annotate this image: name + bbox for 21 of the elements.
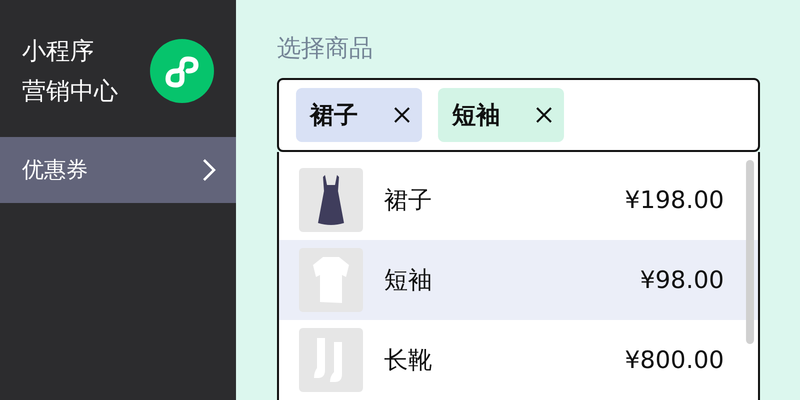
close-icon[interactable] (394, 107, 410, 123)
tag-label: 短袖 (452, 100, 500, 131)
product-name: 裙子 (384, 185, 433, 216)
dress-icon (318, 175, 344, 225)
app-title: 小程序 (22, 36, 95, 66)
t-shirt-icon (313, 257, 349, 303)
option-row[interactable]: 短袖 ¥98.00 (279, 240, 758, 320)
tag-label: 裙子 (310, 100, 358, 131)
product-price: ¥98.00 (640, 266, 724, 294)
chevron-right-icon (202, 158, 216, 182)
product-name: 短袖 (384, 265, 433, 296)
product-price: ¥800.00 (624, 346, 724, 374)
multi-select-field[interactable]: 裙子 短袖 (277, 78, 760, 152)
field-label: 选择商品 (277, 33, 374, 64)
product-name: 长靴 (384, 345, 433, 376)
mini-program-logo-icon (150, 38, 214, 102)
close-icon[interactable] (536, 107, 552, 123)
product-price: ¥198.00 (624, 186, 724, 214)
scrollbar[interactable] (746, 160, 754, 344)
app-title: 营销中心 (22, 76, 118, 106)
sidebar-item[interactable]: 优惠券 (0, 137, 236, 203)
